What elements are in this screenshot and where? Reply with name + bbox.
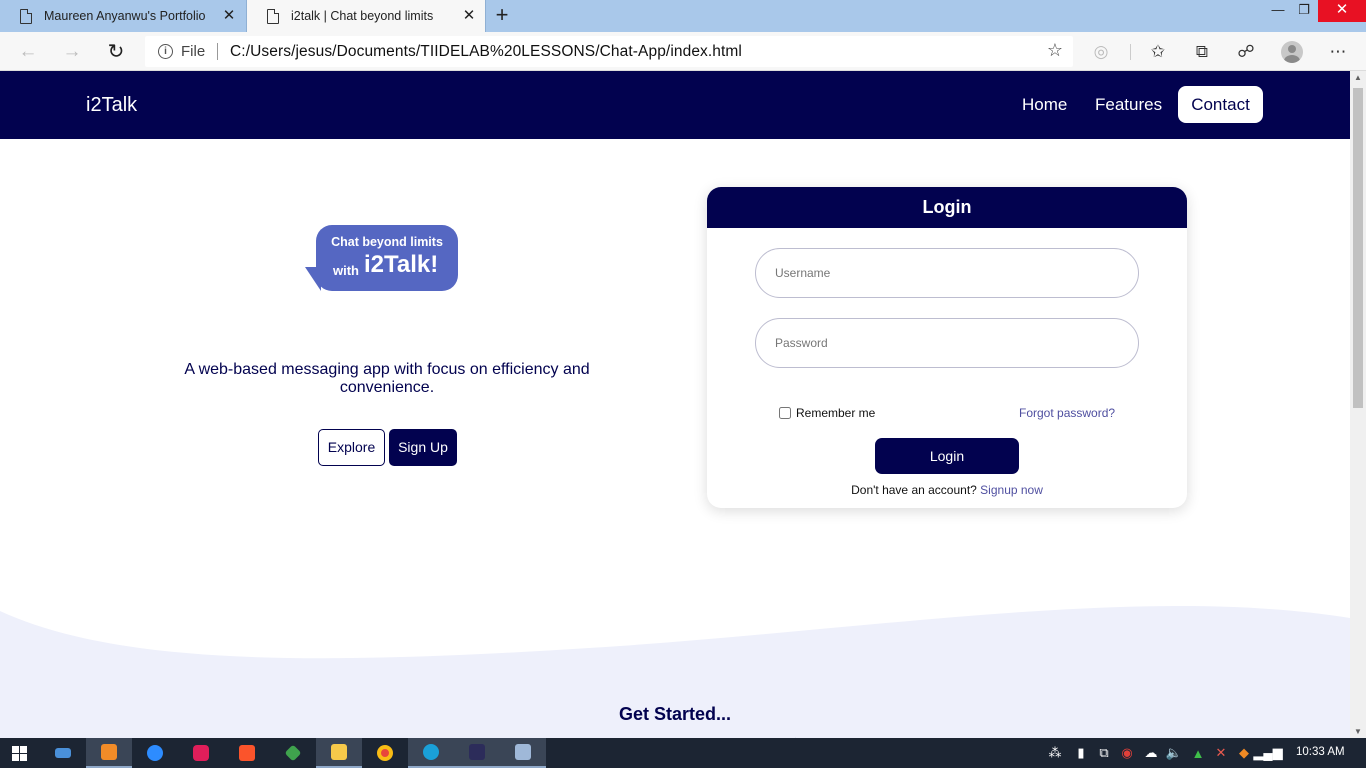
forgot-password-link[interactable]: Forgot password? <box>1019 406 1115 420</box>
tray-antivirus-icon[interactable]: ◉ <box>1116 738 1138 768</box>
git-icon[interactable] <box>270 738 316 768</box>
site-brand[interactable]: i2Talk <box>86 94 137 117</box>
profile-avatar[interactable] <box>1281 41 1303 63</box>
tab-portfolio[interactable]: Maureen Anyanwu's Portfolio ✕ <box>0 0 245 32</box>
zoom-icon[interactable] <box>132 738 178 768</box>
site-navbar: i2Talk Home Features Contact <box>0 71 1350 139</box>
remember-label: Remember me <box>796 406 876 420</box>
password-input[interactable] <box>755 318 1139 368</box>
favorite-star-icon[interactable]: ☆ <box>1047 40 1063 61</box>
url-separator <box>217 43 218 60</box>
tracking-icon[interactable]: ◎ <box>1089 40 1113 64</box>
windows-taskbar: ⁂ ▮ ⧉ ◉ ☁ 🔈 ▲ ✕ ◆ ▂▄▆ 10:33 AM <box>0 738 1366 768</box>
close-window-icon[interactable]: ✕ <box>1318 0 1366 22</box>
file-explorer-icon[interactable] <box>316 738 362 768</box>
tab-i2talk[interactable]: i2talk | Chat beyond limits ✕ <box>246 0 486 32</box>
sublime-text-icon[interactable] <box>86 738 132 768</box>
bubble-tagline: Chat beyond limits <box>331 235 443 249</box>
nav-contact-button[interactable]: Contact <box>1178 86 1263 123</box>
close-icon[interactable]: ✕ <box>221 8 237 24</box>
tab-title: Maureen Anyanwu's Portfolio <box>44 9 206 23</box>
scroll-thumb[interactable] <box>1353 88 1363 408</box>
bubble-with: with <box>333 263 359 278</box>
nav-home[interactable]: Home <box>1022 95 1067 115</box>
keyboard-icon[interactable] <box>40 738 86 768</box>
page-icon <box>20 8 32 24</box>
chrome-icon[interactable] <box>362 738 408 768</box>
favorites-icon[interactable]: ✩ <box>1146 40 1170 64</box>
tray-devices-icon[interactable]: ⧉ <box>1093 738 1115 768</box>
scroll-up-arrow-icon[interactable]: ▲ <box>1354 73 1362 82</box>
page-scrollbar[interactable]: ▲ ▼ <box>1350 71 1366 738</box>
signup-now-link[interactable]: Signup now <box>980 483 1043 497</box>
signup-button[interactable]: Sign Up <box>389 429 457 466</box>
new-tab-icon[interactable]: + <box>492 4 512 26</box>
tray-signal-icon[interactable]: ▂▄▆ <box>1253 738 1282 768</box>
speech-bubble-logo: Chat beyond limits with i2Talk! <box>316 225 458 291</box>
tray-cloud-icon[interactable]: ☁ <box>1140 738 1162 768</box>
no-account-text: Don't have an account? <box>851 483 977 497</box>
info-icon[interactable]: i <box>158 44 173 59</box>
tab-title: i2talk | Chat beyond limits <box>291 9 434 23</box>
feedback-icon[interactable]: ☍ <box>1234 40 1258 64</box>
hero-tagline: A web-based messaging app with focus on … <box>184 361 590 396</box>
scroll-down-arrow-icon[interactable]: ▼ <box>1354 727 1362 736</box>
tray-volume-icon[interactable]: 🔈 <box>1163 738 1185 768</box>
url-field[interactable]: i File C:/Users/jesus/Documents/TIIDELAB… <box>145 36 1073 67</box>
reload-icon[interactable]: ↻ <box>104 40 128 64</box>
login-title: Login <box>707 187 1187 228</box>
address-bar: ← → ↻ i File C:/Users/jesus/Documents/TI… <box>0 32 1366 71</box>
taskbar-clock[interactable]: 10:33 AM <box>1296 746 1345 758</box>
slack-icon[interactable] <box>178 738 224 768</box>
edge-icon[interactable] <box>408 738 454 768</box>
window-app-icon[interactable] <box>500 738 546 768</box>
more-menu-icon[interactable]: ⋯ <box>1326 40 1350 64</box>
tray-green-app-icon[interactable]: ▲ <box>1187 738 1209 768</box>
get-started-heading: Get Started... <box>618 704 732 724</box>
explore-button[interactable]: Explore <box>318 429 385 466</box>
scheme-label: File <box>181 43 206 60</box>
nav-features[interactable]: Features <box>1095 95 1162 115</box>
username-input[interactable] <box>755 248 1139 298</box>
back-arrow-icon[interactable]: ← <box>16 40 40 64</box>
browser-tab-bar: Maureen Anyanwu's Portfolio ✕ i2talk | C… <box>0 0 1366 32</box>
signup-prompt: Don't have an account? Signup now <box>707 483 1187 497</box>
tray-network-icon[interactable]: ⁂ <box>1044 738 1066 768</box>
brave-icon[interactable] <box>224 738 270 768</box>
page-viewport: i2Talk Home Features Contact Chat beyond… <box>0 71 1350 738</box>
forward-arrow-icon[interactable]: → <box>60 40 84 64</box>
tray-wifi-off-icon[interactable]: ✕ <box>1210 738 1232 768</box>
login-card: Login Remember me Forgot password? Login… <box>707 187 1187 508</box>
tray-metamask-icon[interactable]: ◆ <box>1233 738 1255 768</box>
toolbar-divider <box>1130 44 1131 60</box>
remember-checkbox[interactable] <box>779 407 791 419</box>
windows-start-icon[interactable] <box>0 738 38 768</box>
close-icon[interactable]: ✕ <box>461 8 477 24</box>
remember-me[interactable]: Remember me <box>779 406 875 420</box>
tray-battery-icon[interactable]: ▮ <box>1070 738 1092 768</box>
url-text[interactable]: C:/Users/jesus/Documents/TIIDELAB%20LESS… <box>230 43 742 61</box>
app-icon[interactable] <box>454 738 500 768</box>
login-button[interactable]: Login <box>875 438 1019 474</box>
page-icon <box>267 8 279 24</box>
collections-icon[interactable]: ⧉ <box>1190 40 1214 64</box>
bubble-brand: i2Talk! <box>364 251 439 278</box>
